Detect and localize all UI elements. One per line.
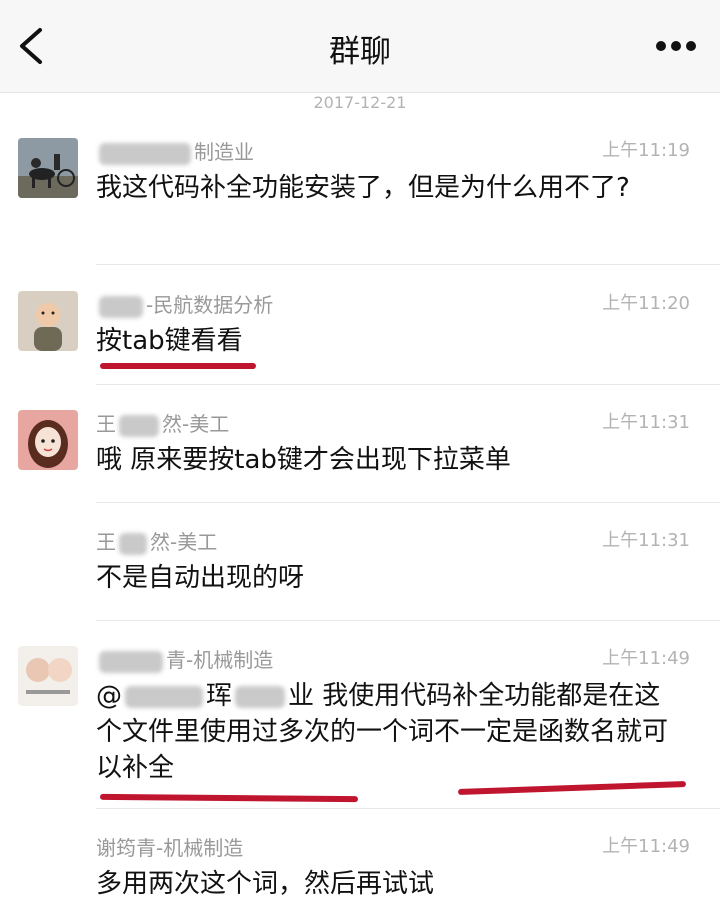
message-text: 按tab键看看 — [96, 326, 243, 356]
message-separator — [96, 264, 720, 265]
redacted-name — [99, 142, 191, 165]
message-separator — [96, 502, 720, 503]
message-time: 上午11:20 — [602, 293, 690, 314]
redacted-mention — [235, 685, 286, 708]
message-separator — [96, 384, 720, 385]
message-separator — [96, 808, 720, 809]
message-text: @ 珲业 我使用代码补全功能都是在这个文件里使用过多次的一个词不一定是函数名就可以… — [96, 681, 669, 783]
message-text: 哦 原来要按tab键才会出现下拉菜单 — [96, 445, 511, 475]
date-divider: 2017-12-21 — [313, 93, 407, 112]
navigation-bar: 群聊 — [0, 0, 720, 92]
sender-name: 青-机械制造 — [96, 644, 273, 673]
message-time: 上午11:31 — [602, 530, 690, 551]
redacted-name — [119, 414, 159, 437]
redacted-name — [119, 532, 147, 555]
message-time: 上午11:49 — [602, 648, 690, 669]
sender-name: -民航数据分析 — [96, 289, 273, 318]
sender-name: 王然-美工 — [96, 530, 218, 555]
avatar-baby[interactable] — [18, 291, 78, 351]
message-time: 上午11:19 — [602, 140, 690, 161]
message-text: 不是自动出现的呀 — [96, 563, 305, 593]
message-text: 我这代码补全功能安装了，但是为什么用不了? — [96, 173, 630, 203]
redacted-mention — [125, 685, 203, 708]
more-horizontal-icon[interactable] — [656, 41, 696, 53]
message-time: 上午11:31 — [602, 412, 690, 433]
sender-name: 制造业 — [96, 136, 254, 165]
page-title: 群聊 — [329, 34, 391, 70]
sender-name: 王然-美工 — [96, 412, 230, 437]
message-text: 多用两次这个词，然后再试试 — [96, 869, 435, 899]
highlight-underline — [100, 363, 256, 369]
highlight-underline — [99, 793, 359, 803]
redacted-name — [99, 650, 163, 673]
sender-name: 谢筠青-机械制造 — [96, 836, 244, 860]
message-time: 上午11:49 — [602, 836, 690, 857]
avatar-cartoon-girl[interactable] — [18, 410, 78, 470]
redacted-name — [99, 295, 143, 318]
message-separator — [96, 620, 720, 621]
avatar-horse-rider[interactable] — [18, 138, 78, 198]
avatar-couple-photo[interactable] — [18, 646, 78, 706]
